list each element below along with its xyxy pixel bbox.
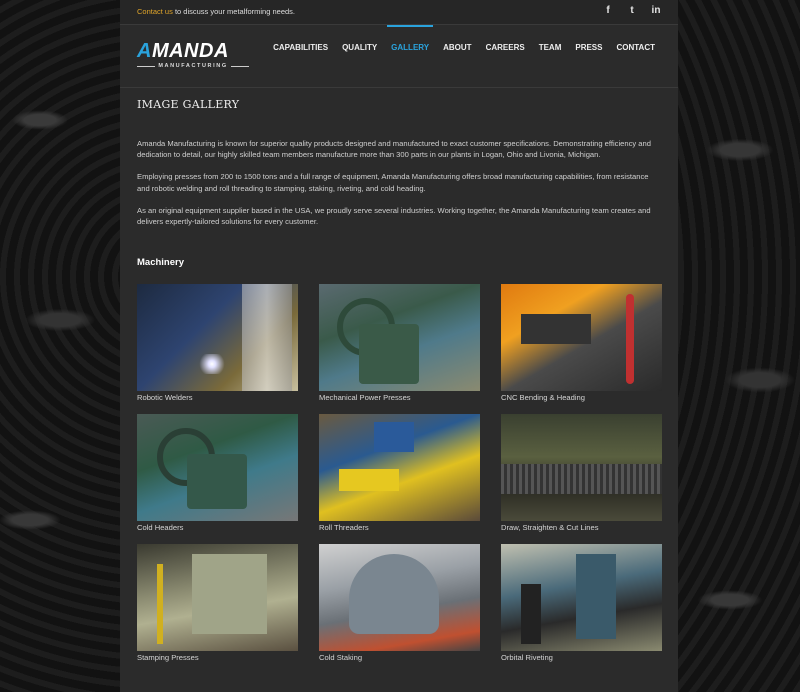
gallery-thumbnail[interactable] — [319, 284, 480, 392]
gallery-thumbnail[interactable] — [137, 284, 298, 392]
gallery-thumbnail[interactable] — [501, 414, 662, 522]
gallery-caption: Cold Staking — [319, 653, 363, 663]
gallery-caption: Robotic Welders — [137, 393, 193, 403]
logo-wordmark: AMANDA — [137, 41, 249, 61]
gallery-item[interactable]: Orbital Riveting — [501, 544, 662, 674]
gallery-thumbnail[interactable] — [501, 284, 662, 392]
gallery-caption: Draw, Straighten & Cut Lines — [501, 523, 599, 533]
gallery-item[interactable]: Cold Headers — [137, 414, 298, 544]
gallery-caption: Roll Threaders — [319, 523, 369, 533]
gallery-caption: CNC Bending & Heading — [501, 393, 586, 403]
logo-rule-right — [230, 65, 250, 67]
gallery-thumbnail[interactable] — [137, 414, 298, 522]
top-bar: Contact us to discuss your metalforming … — [120, 0, 678, 25]
logo-rule-left — [137, 65, 156, 67]
intro-paragraph-3: As an original equipment supplier based … — [137, 205, 651, 227]
main-nav: CAPABILITIES QUALITY GALLERY ABOUT CAREE… — [266, 25, 662, 69]
gallery-caption: Stamping Presses — [137, 653, 199, 663]
linkedin-icon[interactable]: in — [650, 5, 662, 16]
gallery-thumbnail[interactable] — [319, 544, 480, 652]
nav-team[interactable]: TEAM — [532, 25, 569, 69]
logo-first-letter: A — [137, 40, 152, 62]
logo-word-rest: MANDA — [151, 40, 229, 62]
twitter-icon[interactable]: t — [626, 5, 638, 16]
gallery-item[interactable]: Roll Threaders — [319, 414, 480, 544]
gallery-caption: Orbital Riveting — [501, 653, 553, 663]
gallery-item[interactable]: CNC Bending & Heading — [501, 284, 662, 414]
gallery-caption: Cold Headers — [137, 523, 184, 533]
page-title: IMAGE GALLERY — [137, 98, 240, 111]
site-header: AMANDA MANUFACTURING CAPABILITIES QUALIT… — [120, 25, 678, 88]
nav-quality[interactable]: QUALITY — [335, 25, 384, 69]
nav-contact[interactable]: CONTACT — [609, 25, 662, 69]
intro-paragraph-1: Amanda Manufacturing is known for superi… — [137, 139, 651, 160]
logo-subtitle-text: MANUFACTURING — [158, 63, 228, 69]
contact-us-link[interactable]: Contact us — [137, 7, 173, 16]
contact-message: Contact us to discuss your metalforming … — [137, 7, 295, 16]
gallery-item[interactable]: Cold Staking — [319, 544, 480, 674]
nav-press[interactable]: PRESS — [568, 25, 609, 69]
section-heading: Machinery — [137, 257, 184, 269]
social-links: f t in — [602, 5, 662, 16]
nav-capabilities[interactable]: CAPABILITIES — [266, 25, 335, 69]
nav-gallery[interactable]: GALLERY — [384, 25, 436, 69]
gallery-thumbnail[interactable] — [137, 544, 298, 652]
facebook-icon[interactable]: f — [602, 5, 614, 16]
gallery-item[interactable]: Robotic Welders — [137, 284, 298, 414]
main-content: IMAGE GALLERY Amanda Manufacturing is kn… — [120, 98, 678, 674]
gallery-caption: Mechanical Power Presses — [319, 393, 411, 403]
contact-message-text: to discuss your metalforming needs. — [172, 7, 295, 16]
amanda-logo[interactable]: AMANDA MANUFACTURING — [137, 41, 250, 69]
nav-about[interactable]: ABOUT — [436, 25, 478, 69]
gallery-item[interactable]: Mechanical Power Presses — [319, 284, 480, 414]
intro-paragraph-2: Employing presses from 200 to 1500 tons … — [137, 172, 649, 193]
logo-subtitle: MANUFACTURING — [137, 63, 250, 69]
gallery-thumbnail[interactable] — [501, 544, 662, 652]
gallery-thumbnail[interactable] — [319, 414, 480, 522]
gallery-item[interactable]: Stamping Presses — [137, 544, 298, 674]
page-panel: Contact us to discuss your metalforming … — [120, 0, 678, 692]
gallery-grid: Robotic Welders Mechanical Power Presses… — [137, 284, 662, 674]
nav-careers[interactable]: CAREERS — [479, 25, 532, 69]
gallery-item[interactable]: Draw, Straighten & Cut Lines — [501, 414, 662, 544]
